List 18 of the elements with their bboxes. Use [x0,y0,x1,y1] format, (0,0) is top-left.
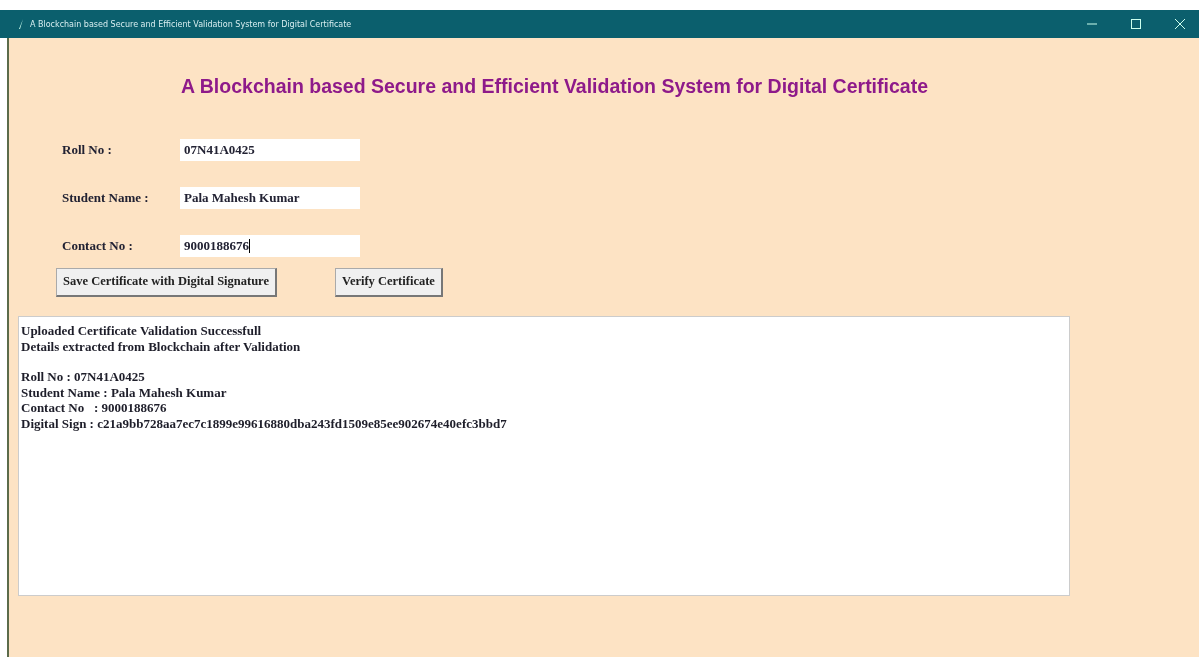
action-button[interactable]: Verify Certificate [335,267,443,297]
maximize-icon[interactable] [1131,19,1141,29]
field-label: Student Name : [62,190,150,206]
app-heading: A Blockchain based Secure and Efficient Validation System for Digital Certificate [181,75,929,99]
field-label: Contact No : [62,238,134,254]
output-line: Digital Sign : c21a9bb728aa7ec7c1899e99616880dba243fd1509e85ee902674e40efc3bbd7 [21,415,508,431]
output-line: Student Name : Pala Mahesh Kumar [21,384,228,400]
input-field[interactable]: Pala Mahesh Kumar [180,187,360,209]
input-field[interactable]: 9000188676 [180,235,360,257]
input-field[interactable]: 07N41A0425 [180,139,360,161]
field-label: Roll No : [62,142,113,158]
close-icon[interactable] [1175,19,1185,29]
output-line: Contact No : 9000188676 [21,400,168,416]
action-button[interactable]: Save Certificate with Digital Signature [56,267,277,297]
output-line: Uploaded Certificate Validation Successfull [21,323,263,339]
output-line: Details extracted from Blockchain after Validation [21,338,302,354]
window-title: A Blockchain based Secure and Efficient Validation System for Digital Certificate [30,19,352,29]
output-line: Roll No : 07N41A0425 [21,369,146,385]
